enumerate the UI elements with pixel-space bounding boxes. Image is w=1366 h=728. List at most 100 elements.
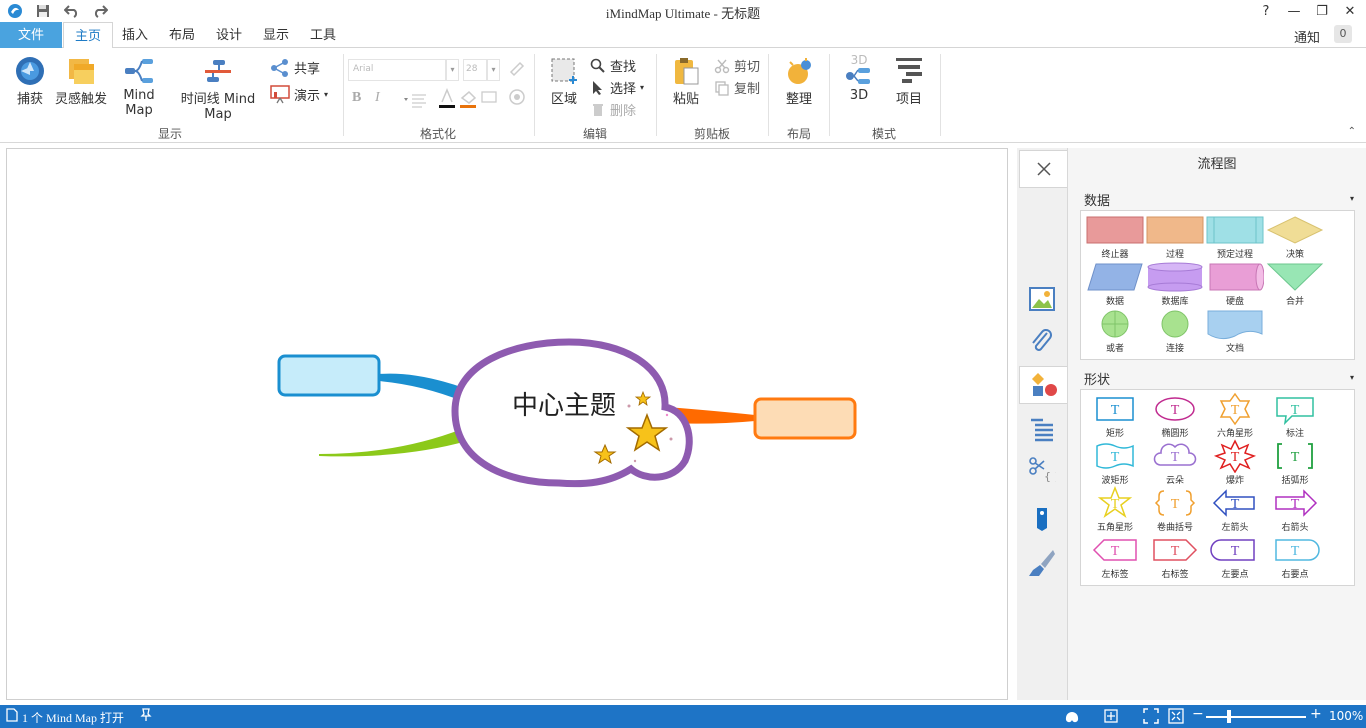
shape-item[interactable]: T 卷曲括号: [1145, 486, 1205, 533]
center-map-icon[interactable]: [1103, 708, 1119, 727]
notifications-button[interactable]: 通知: [1294, 27, 1320, 46]
zoom-slider-handle[interactable]: [1227, 710, 1231, 723]
shape-item[interactable]: T 爆炸: [1205, 439, 1265, 486]
trash-icon: [593, 103, 603, 116]
select-dropdown-icon[interactable]: ▾: [640, 83, 644, 92]
shape-item[interactable]: T 括弧形: [1265, 439, 1325, 486]
shape-item[interactable]: T 右标签: [1145, 533, 1205, 580]
section-collapse-icon[interactable]: ▾: [1350, 194, 1354, 203]
find-button[interactable]: 查找: [590, 56, 636, 75]
orange-subtopic-box[interactable]: [753, 397, 857, 440]
tab-home[interactable]: 主页: [63, 22, 113, 49]
flowchart-shape-item[interactable]: 连接: [1145, 307, 1205, 354]
notification-count: 0: [1334, 25, 1352, 43]
clear-format-icon[interactable]: [508, 60, 528, 80]
section-collapse-icon[interactable]: ▾: [1350, 373, 1354, 382]
close-button[interactable]: ✕: [1336, 0, 1364, 22]
zoom-out-button[interactable]: −: [1192, 706, 1204, 722]
font-color-icon[interactable]: [438, 88, 458, 110]
flowchart-shape-item[interactable]: 预定过程: [1205, 213, 1265, 260]
shape-item[interactable]: T 六角星形: [1205, 392, 1265, 439]
delete-button[interactable]: 删除: [590, 100, 636, 119]
3d-button[interactable]: 3D 3D: [842, 54, 876, 103]
zoom-in-button[interactable]: +: [1310, 706, 1322, 722]
present-button[interactable]: 演示 ▾: [270, 84, 328, 104]
font-size-select[interactable]: 28: [463, 59, 487, 81]
restore-button[interactable]: ❐: [1308, 0, 1336, 22]
flowchart-shape-item[interactable]: 终止器: [1085, 213, 1145, 260]
fit-to-screen-icon[interactable]: [1143, 708, 1159, 727]
blue-subtopic-box[interactable]: [277, 354, 381, 397]
fill-color-icon[interactable]: [458, 88, 480, 110]
shape-item[interactable]: T 左箭头: [1205, 486, 1265, 533]
line-style-icon[interactable]: [480, 88, 500, 108]
notes-panel-button[interactable]: [1027, 414, 1057, 444]
font-family-select[interactable]: Arial: [348, 59, 446, 81]
zoom-slider-track[interactable]: [1206, 716, 1306, 718]
copy-button[interactable]: 复制: [714, 78, 760, 97]
clip-art-panel-button[interactable]: { }: [1027, 454, 1057, 484]
align-icon[interactable]: [398, 92, 428, 108]
shape-item[interactable]: T 标注: [1265, 392, 1325, 439]
green-branch[interactable]: [319, 429, 467, 457]
capture-button[interactable]: 捕获: [10, 56, 50, 107]
fullscreen-icon[interactable]: [1168, 708, 1184, 727]
flowchart-shape-item[interactable]: 或者: [1085, 307, 1145, 354]
arrange-button[interactable]: 整理: [780, 56, 818, 107]
bold-button[interactable]: B: [352, 90, 361, 106]
theme-icon[interactable]: [1064, 708, 1080, 727]
project-button[interactable]: 项目: [890, 56, 928, 107]
svg-text:{ }: { }: [1044, 470, 1056, 483]
central-topic-label[interactable]: 中心主题: [512, 385, 616, 422]
shape-item[interactable]: T 波矩形: [1085, 439, 1145, 486]
tab-view[interactable]: 显示: [255, 22, 297, 48]
mind-map-button[interactable]: Mind Map: [110, 56, 168, 118]
flowchart-shape-item[interactable]: 数据库: [1145, 260, 1205, 307]
collapse-ribbon-icon[interactable]: ⌃: [1348, 126, 1356, 137]
tag-panel-button[interactable]: [1027, 504, 1057, 534]
shape-item[interactable]: T 五角星形: [1085, 486, 1145, 533]
help-button[interactable]: ?: [1252, 0, 1280, 22]
pin-icon[interactable]: [140, 708, 152, 725]
timeline-mind-map-button[interactable]: 时间线 Mind Map: [170, 56, 266, 122]
flowchart-panel-button[interactable]: [1019, 366, 1067, 404]
close-panel-button[interactable]: [1019, 150, 1067, 188]
tab-design[interactable]: 设计: [208, 22, 250, 48]
paste-button[interactable]: 粘贴: [668, 56, 704, 107]
flowchart-shape-item[interactable]: 文档: [1205, 307, 1265, 354]
group-label-edit: 编辑: [582, 127, 607, 141]
tab-layout[interactable]: 布局: [161, 22, 203, 48]
shape-item[interactable]: T 右要点: [1265, 533, 1325, 580]
shape-item[interactable]: T 云朵: [1145, 439, 1205, 486]
cut-button[interactable]: 剪切: [714, 56, 760, 75]
shape-item[interactable]: T 左标签: [1085, 533, 1145, 580]
italic-button[interactable]: I: [375, 90, 380, 106]
shape-item[interactable]: T 矩形: [1085, 392, 1145, 439]
shape-glyph: T: [1111, 403, 1120, 418]
tab-insert[interactable]: 插入: [114, 22, 156, 48]
section-title-shapes: 形状: [1084, 373, 1111, 388]
flowchart-shape-item[interactable]: 过程: [1145, 213, 1205, 260]
shape-item[interactable]: T 椭圆形: [1145, 392, 1205, 439]
mind-map-canvas[interactable]: 中心主题: [6, 148, 1008, 700]
select-button[interactable]: 选择 ▾: [590, 78, 644, 97]
minimize-button[interactable]: —: [1280, 0, 1308, 22]
flowchart-shape-item[interactable]: 合并: [1265, 260, 1325, 307]
flowchart-shape-item[interactable]: 数据: [1085, 260, 1145, 307]
attachment-panel-button[interactable]: [1027, 326, 1057, 356]
font-family-dropdown-icon[interactable]: ▾: [446, 59, 459, 81]
flowchart-shape-item[interactable]: 硬盘: [1205, 260, 1265, 307]
font-size-dropdown-icon[interactable]: ▾: [487, 59, 500, 81]
brainstorm-button[interactable]: 灵感触发: [54, 56, 108, 107]
tab-file[interactable]: 文件: [0, 22, 62, 48]
tab-tools[interactable]: 工具: [302, 22, 344, 48]
flowchart-shape-item[interactable]: 决策: [1265, 213, 1325, 260]
style-painter-icon[interactable]: [508, 88, 528, 108]
share-button[interactable]: 共享: [270, 58, 320, 77]
image-panel-button[interactable]: [1027, 284, 1057, 314]
shape-item[interactable]: T 右箭头: [1265, 486, 1325, 533]
present-dropdown-icon[interactable]: ▾: [324, 90, 328, 99]
shape-item[interactable]: T 左要点: [1205, 533, 1265, 580]
format-panel-button[interactable]: [1027, 548, 1057, 578]
region-button[interactable]: 区域: [546, 56, 582, 107]
